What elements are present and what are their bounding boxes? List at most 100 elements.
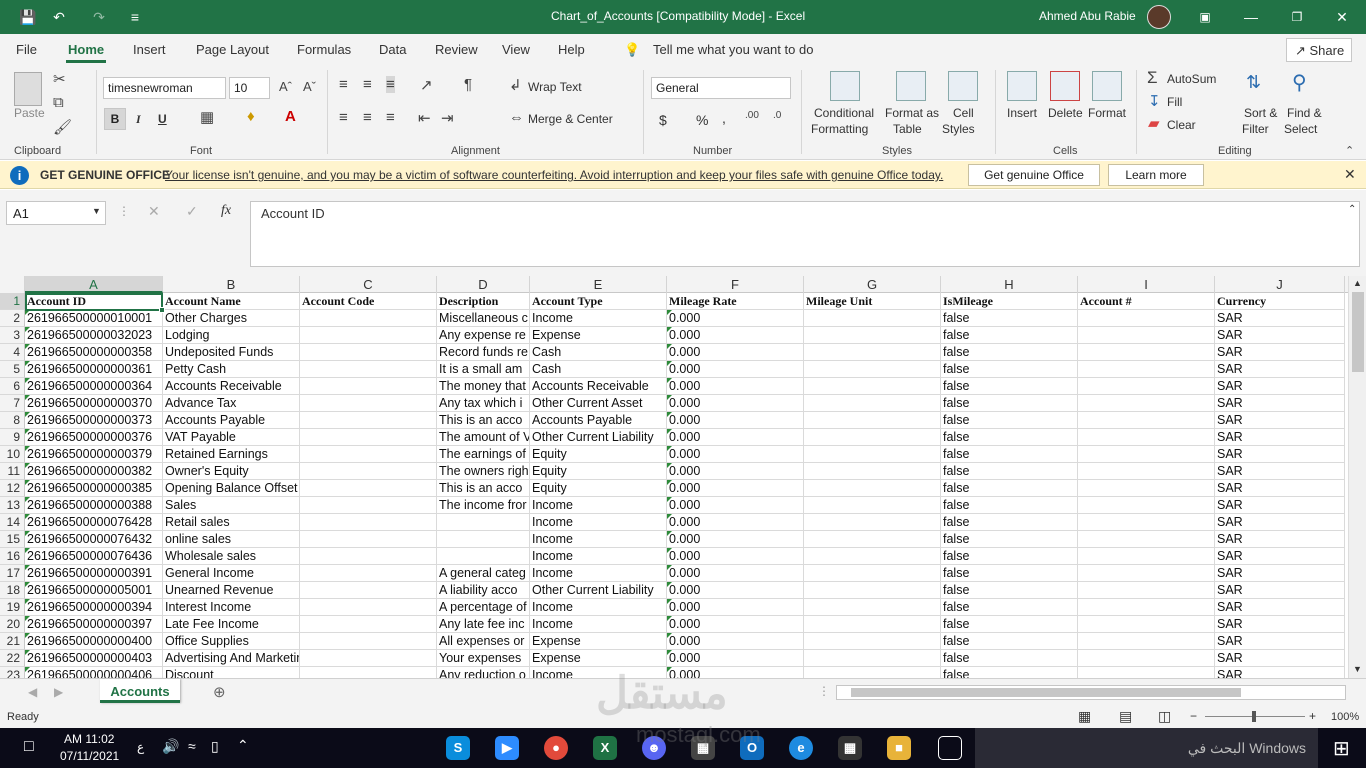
merge-center-button[interactable]: Merge & Center <box>528 112 613 126</box>
row-header[interactable]: 16 <box>0 548 25 565</box>
paste-button[interactable]: Paste <box>14 106 45 120</box>
outlook-icon[interactable]: O <box>740 736 764 760</box>
row-header[interactable]: 18 <box>0 582 25 599</box>
table-cell[interactable]: 0.000 <box>667 548 804 565</box>
table-cell[interactable] <box>804 531 941 548</box>
table-cell[interactable]: 0.000 <box>667 412 804 429</box>
calculator-icon[interactable]: ▦ <box>691 736 715 760</box>
table-cell[interactable]: Interest Income <box>163 599 300 616</box>
table-cell[interactable]: false <box>941 412 1078 429</box>
column-header-g[interactable]: G <box>804 276 941 293</box>
table-cell[interactable] <box>1078 667 1215 678</box>
table-cell[interactable]: Any expense re <box>437 327 530 344</box>
table-cell[interactable]: Any late fee inc <box>437 616 530 633</box>
table-cell[interactable] <box>804 446 941 463</box>
header-cell[interactable]: Mileage Rate <box>667 293 804 310</box>
row-header[interactable]: 3 <box>0 327 25 344</box>
row-header[interactable]: 8 <box>0 412 25 429</box>
table-cell[interactable]: Undeposited Funds <box>163 344 300 361</box>
italic-button[interactable]: I <box>136 112 141 127</box>
table-cell[interactable] <box>1078 310 1215 327</box>
zoom-level[interactable]: 100% <box>1331 711 1359 723</box>
table-cell[interactable]: false <box>941 310 1078 327</box>
vertical-scrollbar[interactable]: ▲ ▼ <box>1348 276 1366 678</box>
table-cell[interactable]: Expense <box>530 633 667 650</box>
table-cell[interactable] <box>300 395 437 412</box>
find-select-icon[interactable]: ⚲ <box>1292 70 1307 95</box>
table-cell[interactable] <box>1078 531 1215 548</box>
table-cell[interactable]: A general categ <box>437 565 530 582</box>
expand-formula-icon[interactable]: ⌃ <box>1348 204 1356 215</box>
restore-icon[interactable]: ❐ <box>1286 6 1308 28</box>
table-cell[interactable]: false <box>941 463 1078 480</box>
get-genuine-office-button[interactable]: Get genuine Office <box>968 164 1100 186</box>
format-as-table-icon[interactable] <box>896 71 926 101</box>
row-header[interactable]: 21 <box>0 633 25 650</box>
table-cell[interactable]: 0.000 <box>667 497 804 514</box>
column-header-b[interactable]: B <box>163 276 300 293</box>
column-header-i[interactable]: I <box>1078 276 1215 293</box>
increase-indent-icon[interactable]: ⇥ <box>441 109 454 127</box>
format-painter-icon[interactable]: 🖌 <box>53 118 72 136</box>
header-cell[interactable]: Account ID <box>25 293 163 310</box>
row-header[interactable]: 20 <box>0 616 25 633</box>
table-cell[interactable]: Miscellaneous c <box>437 310 530 327</box>
table-cell[interactable] <box>804 514 941 531</box>
table-cell[interactable]: SAR <box>1215 582 1345 599</box>
table-cell[interactable] <box>804 565 941 582</box>
table-cell[interactable] <box>300 446 437 463</box>
underline-button[interactable]: U <box>158 112 167 126</box>
select-all-corner[interactable] <box>0 276 25 293</box>
table-cell[interactable] <box>804 599 941 616</box>
insert-cells-icon[interactable] <box>1007 71 1037 101</box>
table-cell[interactable] <box>1078 582 1215 599</box>
tab-review[interactable]: Review <box>435 42 478 57</box>
table-cell[interactable] <box>804 395 941 412</box>
align-middle-icon[interactable]: ≡ <box>363 76 372 93</box>
table-cell[interactable]: false <box>941 446 1078 463</box>
table-cell[interactable]: Retail sales <box>163 514 300 531</box>
row-header[interactable]: 5 <box>0 361 25 378</box>
table-cell[interactable]: 261966500000000397 <box>25 616 163 633</box>
table-cell[interactable]: 0.000 <box>667 599 804 616</box>
table-cell[interactable]: Equity <box>530 463 667 480</box>
row-header[interactable]: 4 <box>0 344 25 361</box>
format-cells-icon[interactable] <box>1092 71 1122 101</box>
user-name[interactable]: Ahmed Abu Rabie <box>1039 9 1136 23</box>
table-cell[interactable] <box>804 327 941 344</box>
table-cell[interactable]: SAR <box>1215 514 1345 531</box>
table-cell[interactable]: false <box>941 650 1078 667</box>
table-cell[interactable] <box>1078 514 1215 531</box>
table-cell[interactable]: 0.000 <box>667 395 804 412</box>
table-cell[interactable]: VAT Payable <box>163 429 300 446</box>
table-cell[interactable] <box>804 429 941 446</box>
table-cell[interactable]: 0.000 <box>667 582 804 599</box>
name-box[interactable]: A1 <box>6 201 106 225</box>
table-cell[interactable]: Income <box>530 565 667 582</box>
next-sheet-icon[interactable]: ▶ <box>54 685 63 699</box>
comma-button[interactable]: , <box>722 110 726 126</box>
font-color-icon[interactable]: A <box>285 108 296 125</box>
table-cell[interactable]: SAR <box>1215 599 1345 616</box>
table-cell[interactable]: 0.000 <box>667 344 804 361</box>
tab-home[interactable]: Home <box>68 42 104 57</box>
table-cell[interactable] <box>804 548 941 565</box>
table-cell[interactable]: 0.000 <box>667 429 804 446</box>
vertical-scroll-thumb[interactable] <box>1352 292 1364 372</box>
table-cell[interactable] <box>437 514 530 531</box>
text-direction-icon[interactable]: ¶ <box>464 76 472 93</box>
table-cell[interactable]: Advertising And Marketing <box>163 650 300 667</box>
table-cell[interactable]: 261966500000000403 <box>25 650 163 667</box>
table-cell[interactable] <box>804 616 941 633</box>
table-cell[interactable]: false <box>941 599 1078 616</box>
table-cell[interactable]: false <box>941 480 1078 497</box>
table-cell[interactable]: Accounts Payable <box>530 412 667 429</box>
format-cells-button[interactable]: Format <box>1088 106 1126 120</box>
decrease-decimal-icon[interactable]: .0 <box>773 110 781 121</box>
table-cell[interactable] <box>300 531 437 548</box>
table-cell[interactable]: SAR <box>1215 361 1345 378</box>
table-cell[interactable]: false <box>941 497 1078 514</box>
tab-insert[interactable]: Insert <box>133 42 166 57</box>
avatar[interactable] <box>1147 5 1171 29</box>
table-cell[interactable]: false <box>941 667 1078 678</box>
